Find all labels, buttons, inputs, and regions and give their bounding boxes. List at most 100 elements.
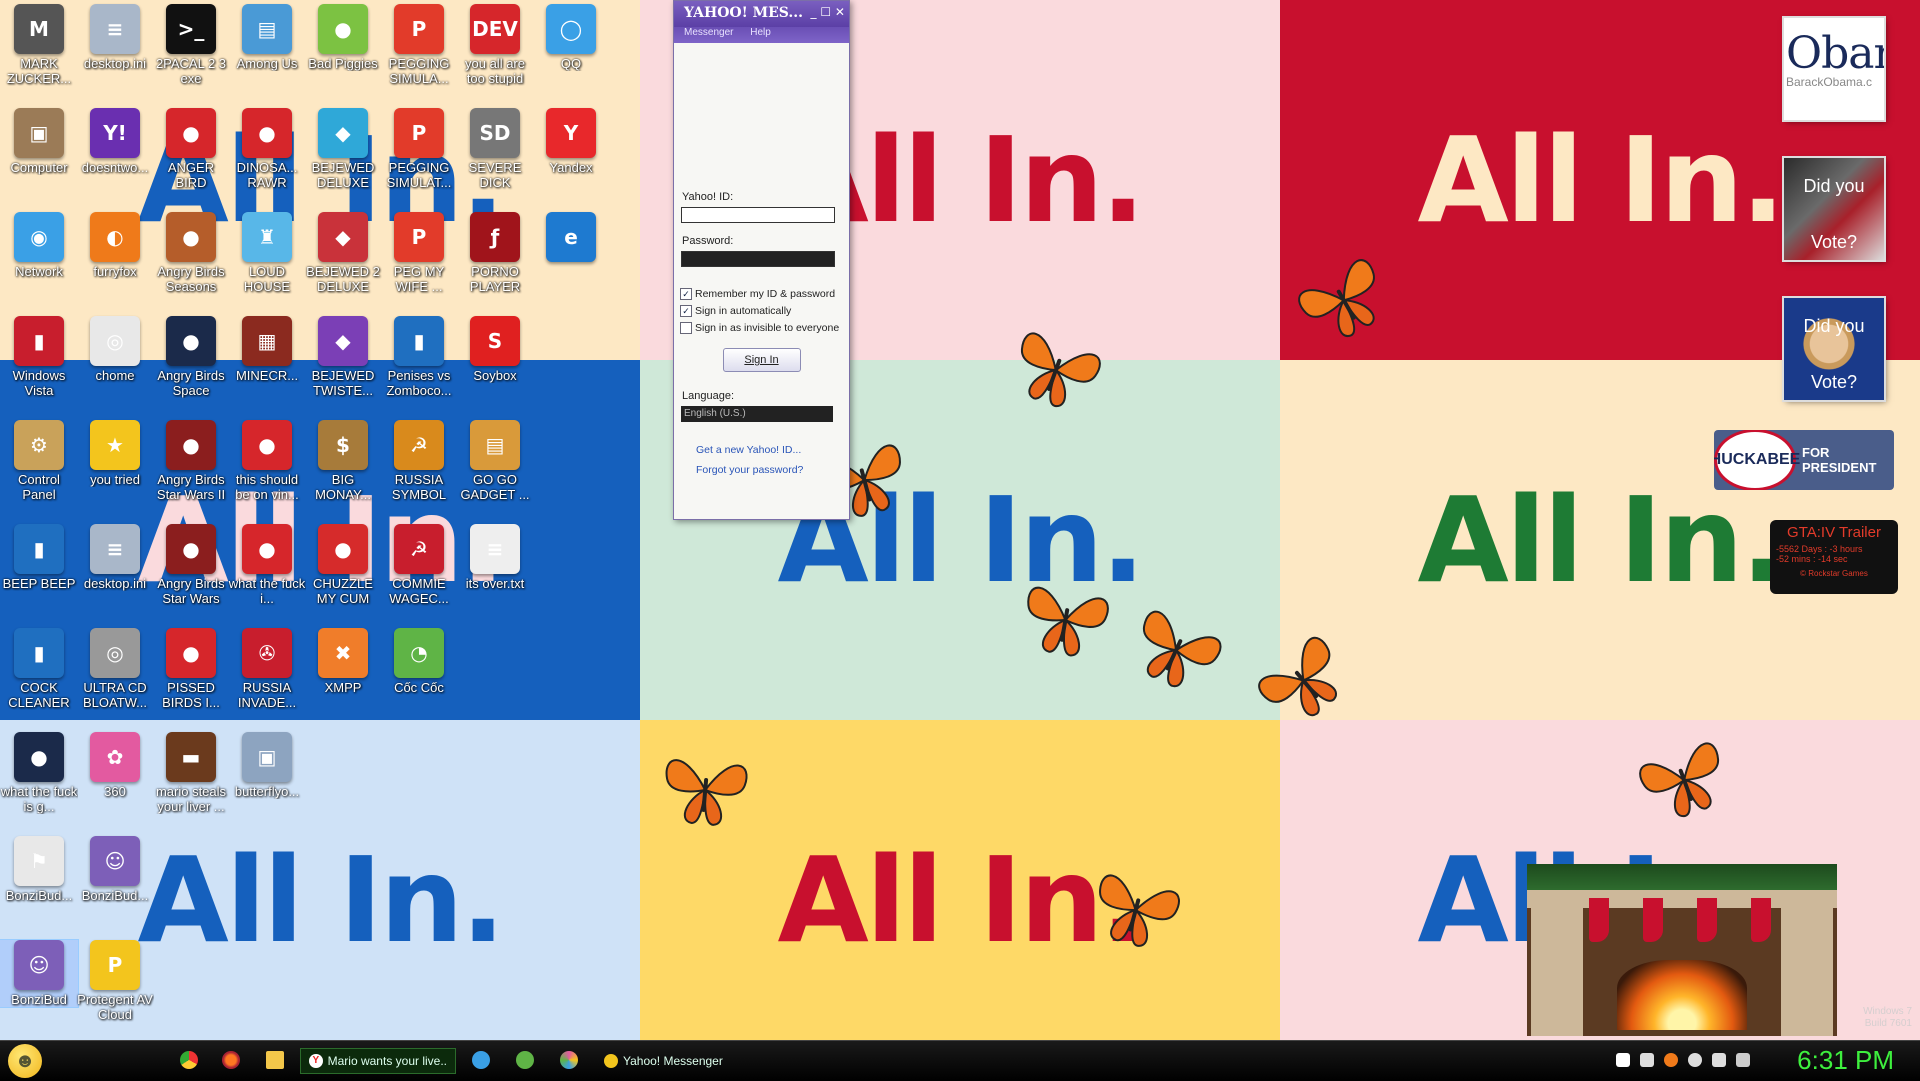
remember-checkbox[interactable]: ✓ (680, 288, 692, 300)
desktop-icon[interactable]: ≡ desktop.ini (76, 4, 154, 71)
huckabee-gadget[interactable]: HUCKABEE FOR PRESIDENT (1714, 430, 1894, 490)
sign-in-button[interactable]: Sign In (722, 348, 801, 372)
desktop-icon[interactable]: ƒ PORNO PLAYER (456, 212, 534, 294)
desktop-icon[interactable]: ◆ BEJEWED DELUXE (304, 108, 382, 190)
language-select[interactable]: English (U.S.) (681, 406, 833, 422)
invisible-checkbox-row[interactable]: Sign in as invisible to everyone (680, 322, 849, 334)
desktop-icon[interactable]: ▤ Among Us (228, 4, 306, 71)
obama-gadget[interactable]: Obar BarackObama.c (1784, 18, 1884, 120)
desktop-icon[interactable]: $ BIG MONAY... (304, 420, 382, 502)
fireplace-gadget[interactable] (1527, 864, 1837, 1036)
desktop-icon[interactable]: ◎ ULTRA CD BLOATW... (76, 628, 154, 710)
desktop-icon[interactable]: ▮ BEEP BEEP (0, 524, 78, 591)
desktop-icon[interactable]: ● DINOSA... RAWR (228, 108, 306, 190)
desktop-icon-label: RUSSIA SYMBOL (391, 472, 447, 502)
desktop-icon[interactable]: ☭ COMMIE WAGEC... (380, 524, 458, 606)
window-controls[interactable]: _ ☐ ✕ (811, 5, 845, 19)
notes-tray-icon[interactable] (1640, 1053, 1654, 1067)
search-tray-icon[interactable] (1664, 1053, 1678, 1067)
desktop-icon[interactable]: ● Angry Birds Star Wars (152, 524, 230, 606)
desktop-icon[interactable]: ▤ GO GO GADGET ... (456, 420, 534, 502)
desktop-icon[interactable]: DEV you all are too stupid (456, 4, 534, 86)
desktop-icon[interactable]: ⚑ BonziBud... (0, 836, 78, 903)
folder-taskbar-icon[interactable] (266, 1051, 284, 1069)
desktop-icon[interactable]: ◯ QQ (532, 4, 610, 71)
desktop-icon[interactable]: ✇ RUSSIA INVADE... (228, 628, 306, 710)
desktop-icon[interactable]: ≡ its over.txt (456, 524, 534, 591)
desktop-icon[interactable]: ▮ Penises vs Zomboco... (380, 316, 458, 398)
desktop-icon[interactable]: ● Angry Birds Seasons (152, 212, 230, 294)
gta-countdown-gadget[interactable]: GTA:IV Trailer -5562 Days : -3 hours -52… (1770, 520, 1898, 594)
desktop-icon[interactable]: ● what the fuck is g... (0, 732, 78, 814)
desktop-icon[interactable]: ● Angry Birds Star Wars II (152, 420, 230, 502)
yahoo-messenger-window[interactable]: YAHOO! MES... _ ☐ ✕ Messenger Help Yahoo… (673, 0, 850, 520)
qq-taskbar-icon[interactable] (472, 1051, 490, 1069)
desktop-icon[interactable]: e (532, 212, 610, 264)
desktop-icon[interactable]: ◔ Cốc Cốc (380, 628, 458, 695)
desktop-icon[interactable]: Y Yandex (532, 108, 610, 175)
desktop[interactable]: All In.All In.All In.All In.All In.All I… (0, 0, 1920, 1040)
desktop-icon[interactable]: ▬ mario steals your liver ... (152, 732, 230, 814)
menu-messenger[interactable]: Messenger (684, 27, 733, 38)
invisible-checkbox[interactable] (680, 322, 692, 334)
network-tray-icon[interactable] (1712, 1053, 1726, 1067)
desktop-icon[interactable]: P PEGGING SIMULA... (380, 4, 458, 86)
desktop-icon[interactable]: ✿ 360 (76, 732, 154, 799)
desktop-icon[interactable]: ☺ BonziBud... (76, 836, 154, 903)
desktop-icon[interactable]: Y! doesntwo... (76, 108, 154, 175)
chrome-taskbar-icon[interactable] (180, 1051, 198, 1069)
desktop-icon[interactable]: ▣ Computer (0, 108, 78, 175)
desktop-icon[interactable]: ● CHUZZLE MY CUM (304, 524, 382, 606)
desktop-icon[interactable]: ▦ MINECR... (228, 316, 306, 383)
desktop-icon[interactable]: P Protegent AV Cloud (76, 940, 154, 1022)
desktop-icon[interactable]: ● ANGER BIRD (152, 108, 230, 190)
taskbar-clock[interactable]: 6:31 PM (1797, 1045, 1894, 1076)
desktop-icon[interactable]: S Soybox (456, 316, 534, 383)
desktop-icon[interactable]: ◆ BEJEWED 2 DELUXE (304, 212, 382, 294)
firefox-taskbar-icon[interactable] (222, 1051, 240, 1069)
desktop-icon[interactable]: ◆ BEJEWED TWISTE... (304, 316, 382, 398)
start-button[interactable]: ☻ (8, 1044, 42, 1078)
new-id-link[interactable]: Get a new Yahoo! ID... (696, 444, 849, 456)
desktop-icon[interactable]: ● what the fuck i... (228, 524, 306, 606)
desktop-icon[interactable]: ● PISSED BIRDS I... (152, 628, 230, 710)
desktop-icon[interactable]: ☺ BonziBud (0, 939, 79, 1008)
desktop-icon[interactable]: ◎ chome (76, 316, 154, 383)
desktop-icon[interactable]: ≡ desktop.ini (76, 524, 154, 591)
status-tray-icon[interactable] (1688, 1053, 1702, 1067)
desktop-icon[interactable]: ▮ COCK CLEANER (0, 628, 78, 710)
desktop-icon[interactable]: ● Bad Piggies (304, 4, 382, 71)
desktop-icon[interactable]: ✖ XMPP (304, 628, 382, 695)
vote-gadget-flag[interactable]: Did you Vote? (1784, 158, 1884, 260)
desktop-icon[interactable]: ◐ furryfox (76, 212, 154, 279)
yandex-tray-icon[interactable] (1616, 1053, 1630, 1067)
360-taskbar-icon[interactable] (560, 1051, 578, 1069)
volume-tray-icon[interactable] (1736, 1053, 1750, 1067)
yahoo-title-bar[interactable]: YAHOO! MES... _ ☐ ✕ (674, 1, 849, 27)
desktop-icon[interactable]: ⚙ Control Panel (0, 420, 78, 502)
desktop-icon[interactable]: ♜ LOUD HOUSE (228, 212, 306, 294)
yahoo-id-input[interactable] (681, 207, 835, 223)
desktop-icon[interactable]: P PEG MY WIFE ... (380, 212, 458, 294)
desktop-icon[interactable]: ▣ butterflyo... (228, 732, 306, 799)
desktop-icon[interactable]: ● Angry Birds Space (152, 316, 230, 398)
desktop-icon[interactable]: ▮ Windows Vista (0, 316, 78, 398)
taskbar-task-mario[interactable]: Y Mario wants your live... (300, 1048, 456, 1074)
password-input[interactable] (681, 251, 835, 267)
auto-signin-checkbox[interactable]: ✓ (680, 305, 692, 317)
taskbar-task-yahoo[interactable]: Yahoo! Messenger (596, 1048, 746, 1074)
menu-help[interactable]: Help (750, 27, 771, 38)
desktop-icon[interactable]: P PEGGING SIMULAT... (380, 108, 458, 190)
desktop-icon[interactable]: ★ you tried (76, 420, 154, 487)
desktop-icon[interactable]: >_ 2PACAL 2 3 exe (152, 4, 230, 86)
forgot-password-link[interactable]: Forgot your password? (696, 464, 849, 476)
coccoc-taskbar-icon[interactable] (516, 1051, 534, 1069)
desktop-icon[interactable]: M MARK ZUCKER... (0, 4, 78, 86)
remember-checkbox-row[interactable]: ✓ Remember my ID & password (680, 288, 849, 300)
desktop-icon[interactable]: ◉ Network (0, 212, 78, 279)
desktop-icon[interactable]: ☭ RUSSIA SYMBOL (380, 420, 458, 502)
vote-gadget-photo[interactable]: Did you Vote? (1784, 298, 1884, 400)
auto-signin-checkbox-row[interactable]: ✓ Sign in automatically (680, 305, 849, 317)
desktop-icon[interactable]: ● this should be on vin... (228, 420, 306, 502)
desktop-icon[interactable]: SD SEVERE DICK (456, 108, 534, 190)
